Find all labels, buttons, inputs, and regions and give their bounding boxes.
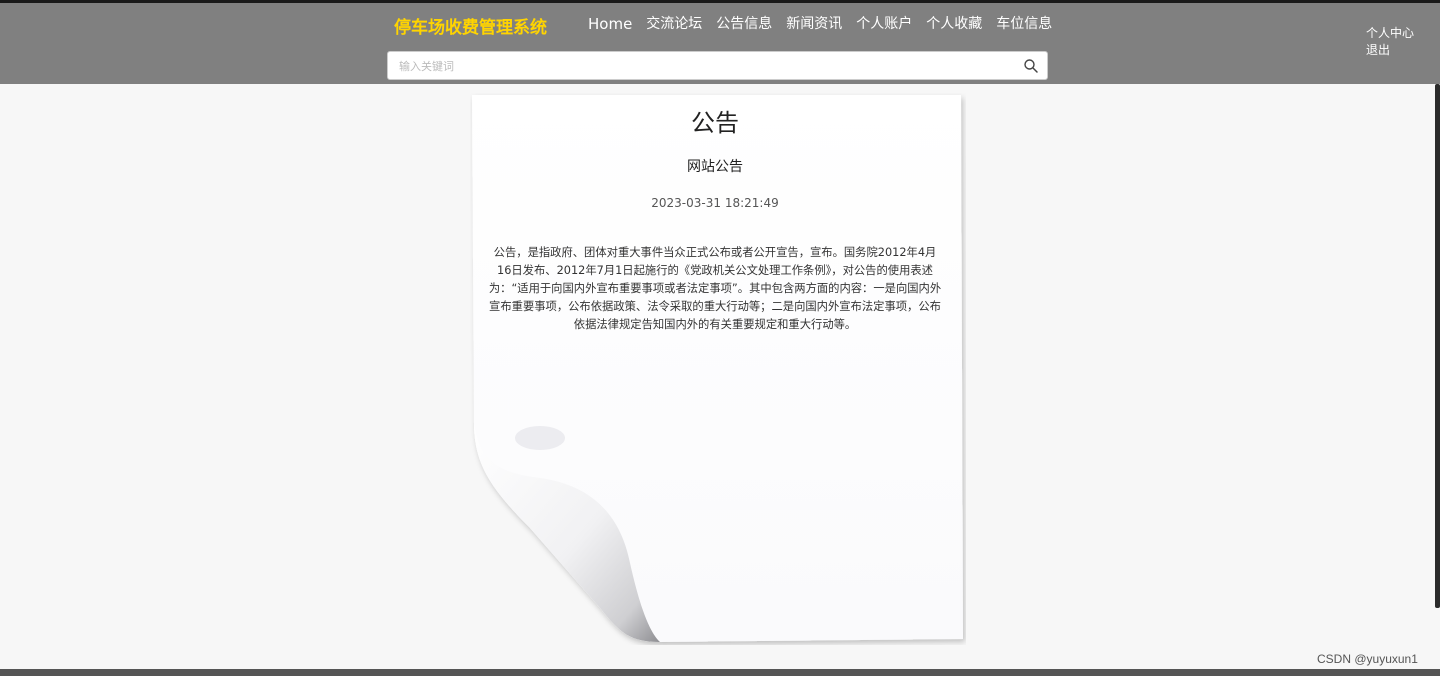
- site-header: 停车场收费管理系统 Home 交流论坛 公告信息 新闻资讯 个人账户 个人收藏 …: [0, 3, 1440, 84]
- user-center-link[interactable]: 个人中心: [1366, 25, 1414, 42]
- notice-title: 网站公告: [687, 159, 743, 175]
- nav-forum[interactable]: 交流论坛: [646, 15, 702, 33]
- site-brand[interactable]: 停车场收费管理系统: [394, 13, 547, 38]
- notice-timestamp: 2023-03-31 18:21:49: [651, 196, 779, 210]
- nav-favorites[interactable]: 个人收藏: [926, 15, 982, 33]
- watermark: CSDN @yuyuxun1: [1317, 652, 1418, 666]
- page-scrollbar[interactable]: [1435, 84, 1440, 608]
- logout-link[interactable]: 退出: [1366, 42, 1414, 59]
- search-icon[interactable]: [1023, 58, 1039, 74]
- main-nav: Home 交流论坛 公告信息 新闻资讯 个人账户 个人收藏 车位信息: [588, 15, 1066, 33]
- page-footer-edge: [0, 669, 1440, 676]
- notice-paper: 公告 网站公告 2023-03-31 18:21:49 公告，是指政府、团体对重…: [470, 93, 966, 645]
- nav-notices[interactable]: 公告信息: [716, 15, 772, 33]
- user-links: 个人中心 退出: [1366, 25, 1414, 59]
- search-input[interactable]: [397, 52, 1021, 81]
- nav-news[interactable]: 新闻资讯: [786, 15, 842, 33]
- notice-heading: 公告: [691, 109, 739, 137]
- nav-parking-spaces[interactable]: 车位信息: [996, 15, 1052, 33]
- search-box: [387, 51, 1048, 81]
- nav-account[interactable]: 个人账户: [856, 15, 912, 33]
- notice-content: 公告，是指政府、团体对重大事件当众正式公布或者公开宣告，宣布。国务院2012年4…: [488, 246, 942, 331]
- nav-home[interactable]: Home: [588, 15, 632, 33]
